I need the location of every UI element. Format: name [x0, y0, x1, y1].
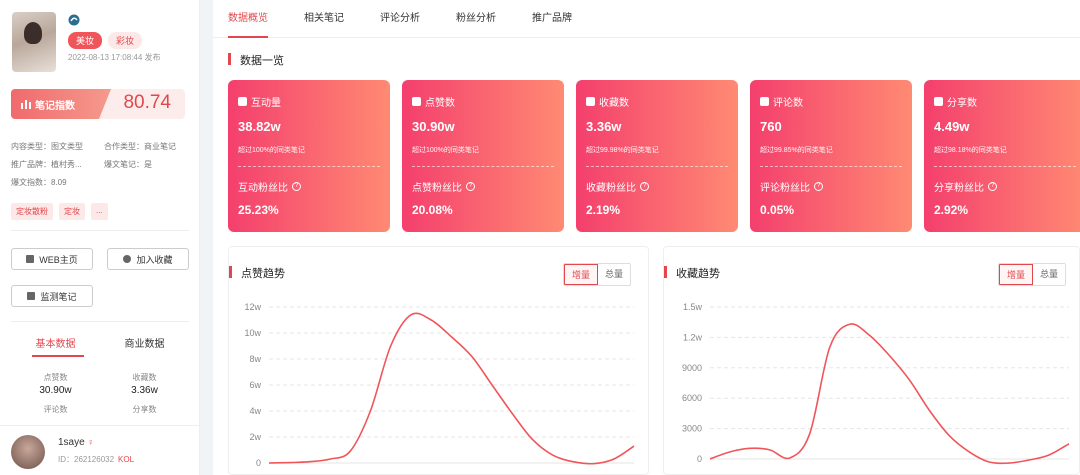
- keyword-chip[interactable]: 定妆: [59, 203, 85, 220]
- subcategory-tag: 彩妆: [108, 32, 143, 49]
- card-favorites: 收藏数 3.36w 超过99.98%的同类笔记 收藏粉丝比? 2.19%: [576, 80, 738, 232]
- heart-icon: [586, 97, 595, 106]
- tab-comment-analysis[interactable]: 评论分析: [380, 0, 420, 37]
- y-tick-label: 2w: [249, 432, 261, 442]
- browser-icon: [26, 255, 35, 263]
- stat-likes: 点赞数 30.90w: [39, 373, 72, 396]
- category-tag: 美妆: [68, 32, 103, 49]
- stat-favorites: 收藏数 3.36w: [131, 373, 158, 396]
- note-score-box: 笔记指数 80.74: [11, 89, 185, 119]
- trend-line[interactable]: [709, 323, 1070, 465]
- monitor-note-button[interactable]: 监测笔记: [11, 285, 93, 307]
- viral-flag: 爆文笔记：是: [104, 160, 152, 169]
- author-id: ID：262126032: [58, 455, 115, 464]
- score-value: 80.74: [123, 92, 171, 113]
- score-label: 笔记指数: [35, 100, 75, 112]
- group-icon: [238, 97, 247, 106]
- tab-related-notes[interactable]: 相关笔记: [304, 0, 344, 37]
- tab-fan-analysis[interactable]: 粉丝分析: [456, 0, 496, 37]
- y-tick-label: 12w: [244, 302, 261, 312]
- content-type: 内容类型：图文类型: [11, 142, 83, 151]
- help-icon[interactable]: ?: [640, 182, 649, 191]
- help-icon[interactable]: ?: [988, 182, 997, 191]
- web-home-button[interactable]: WEB主页: [11, 248, 93, 270]
- add-favorite-button[interactable]: 加入收藏: [107, 248, 189, 270]
- y-tick-label: 6000: [682, 393, 702, 403]
- divider: [11, 230, 189, 231]
- y-tick-label: 0: [697, 454, 702, 464]
- note-cover-image[interactable]: [12, 12, 56, 72]
- platform-icon: [68, 14, 80, 26]
- avatar[interactable]: [11, 435, 45, 469]
- coop-type: 合作类型：商业笔记: [104, 142, 176, 151]
- author-name: 1saye: [58, 437, 85, 448]
- card-interactions: 互动量 38.82w 超过100%的同类笔记 互动粉丝比? 25.23%: [228, 80, 390, 232]
- star-icon: [123, 255, 132, 263]
- more-chips[interactable]: ...: [91, 203, 108, 220]
- bars-icon: [21, 100, 31, 109]
- help-icon[interactable]: ?: [814, 182, 823, 191]
- help-icon[interactable]: ?: [466, 182, 475, 191]
- help-icon[interactable]: ?: [292, 182, 301, 191]
- y-tick-label: 6w: [249, 380, 261, 390]
- y-tick-label: 1.5w: [683, 302, 703, 312]
- card-shares: 分享数 4.49w 超过98.18%的同类笔记 分享粉丝比? 2.92%: [924, 80, 1080, 232]
- y-tick-label: 0: [256, 458, 261, 468]
- likes-trend-chart: 0 2w 4w 6w 8w 10w 12w: [244, 302, 635, 468]
- tab-business-data[interactable]: 商业数据: [100, 335, 189, 358]
- stat-comments: 评论数: [43, 405, 68, 414]
- tab-data-overview[interactable]: 数据概览: [228, 0, 268, 38]
- tab-promoted-brands[interactable]: 推广品牌: [532, 0, 572, 37]
- comment-icon: [760, 97, 769, 106]
- overview-title: 数据一览: [228, 52, 284, 68]
- favorites-trend-chart: 0 3000 6000 9000 1.2w 1.5w: [682, 302, 1070, 465]
- active-tab-indicator: [32, 355, 84, 357]
- viral-index: 爆文指数：8.09: [11, 178, 67, 187]
- y-tick-label: 10w: [244, 328, 261, 338]
- y-tick-label: 9000: [682, 363, 702, 373]
- note-sidebar: 美妆 彩妆 2022-08-13 17:08:44 发布 笔记指数 80.74 …: [0, 0, 200, 475]
- thumbs-up-icon: [412, 97, 421, 106]
- kol-badge: KOL: [118, 455, 135, 464]
- card-likes: 点赞数 30.90w 超过100%的同类笔记 点赞粉丝比? 20.08%: [402, 80, 564, 232]
- brand: 推广品牌：植村秀...: [11, 160, 82, 169]
- stat-shares: 分享数: [132, 405, 157, 414]
- card-comments: 评论数 760 超过99.85%的同类笔记 评论粉丝比? 0.05%: [750, 80, 912, 232]
- divider: [11, 321, 189, 322]
- y-tick-label: 8w: [249, 354, 261, 364]
- favorites-trend-panel: 收藏趋势 增量 总量 0 3000 6000 9000 1.2w 1.5w: [663, 246, 1080, 475]
- y-tick-label: 1.2w: [683, 332, 703, 342]
- y-tick-label: 3000: [682, 424, 702, 434]
- likes-trend-panel: 点赞趋势 增量 总量 0 2w 4w 6w 8w 10w 12w: [228, 246, 649, 475]
- metric-cards: 互动量 38.82w 超过100%的同类笔记 互动粉丝比? 25.23% 点赞数…: [228, 80, 1080, 232]
- trend-line[interactable]: [268, 312, 635, 465]
- keyword-chip[interactable]: 定妆散粉: [11, 203, 53, 220]
- female-icon: ♀: [87, 437, 95, 447]
- author-card[interactable]: 1saye ♀ ID：262126032 KOL: [0, 425, 199, 475]
- monitor-icon: [27, 292, 36, 300]
- y-tick-label: 4w: [249, 406, 261, 416]
- publish-time: 2022-08-13 17:08:44 发布: [68, 53, 161, 62]
- top-tabs: 数据概览 相关笔记 评论分析 粉丝分析 推广品牌: [213, 0, 1080, 38]
- main-panel: 数据概览 相关笔记 评论分析 粉丝分析 推广品牌 数据一览 互动量 38.82w…: [213, 0, 1080, 475]
- share-icon: [934, 97, 943, 106]
